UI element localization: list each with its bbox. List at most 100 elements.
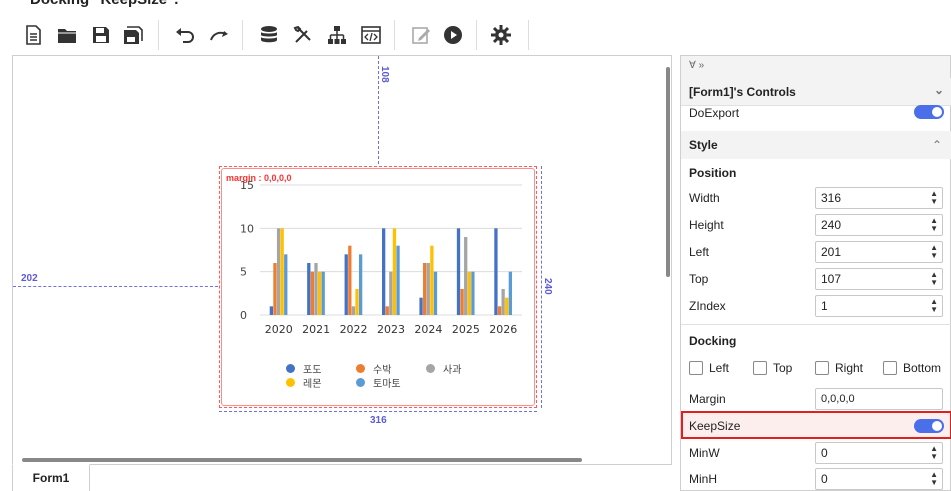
bar (317, 271, 322, 315)
run-icon[interactable] (440, 22, 466, 48)
zindex-row: ZIndex 1 ▲ ▼ (681, 292, 951, 319)
bar (348, 245, 352, 315)
spinner-icon[interactable]: ▲ ▼ (930, 470, 938, 487)
x-tick-label: 2023 (377, 323, 405, 336)
style-section-label: Style (689, 138, 718, 152)
dock-bottom-checkbox[interactable]: Bottom (883, 361, 941, 375)
caption: Docking "KeepSize". (30, 0, 178, 8)
width-row: Width 316 ▲ ▼ (681, 184, 951, 211)
keepsize-toggle[interactable] (914, 419, 944, 433)
tools-icon[interactable] (290, 22, 316, 48)
guide-left (13, 286, 218, 287)
panel-pin-bar[interactable]: Ɐ » (681, 56, 950, 78)
x-tick-label: 2022 (340, 323, 368, 336)
spinner-icon[interactable]: ▲ ▼ (930, 297, 938, 314)
spinner-icon[interactable]: ▲ ▼ (930, 216, 938, 233)
position-heading: Position (689, 166, 737, 180)
bar (344, 254, 348, 315)
save-all-icon[interactable] (120, 22, 146, 48)
hierarchy-icon[interactable] (324, 22, 350, 48)
chevron-up-icon[interactable]: ⌃ (932, 138, 942, 152)
spinner-icon[interactable]: ▲ ▼ (930, 189, 938, 206)
spinner-icon[interactable]: ▲ ▼ (930, 243, 938, 260)
save-icon[interactable] (88, 22, 114, 48)
left-field[interactable]: 201 ▲ ▼ (815, 240, 943, 263)
legend-dot (356, 364, 365, 373)
code-view-icon[interactable] (358, 22, 384, 48)
width-field[interactable]: 316 ▲ ▼ (815, 186, 943, 209)
settings-icon[interactable] (488, 22, 514, 48)
dock-top-checkbox[interactable]: Top (753, 361, 792, 375)
bar (382, 228, 386, 315)
edit-icon[interactable] (408, 22, 434, 48)
dock-bottom-label: Bottom (903, 361, 942, 375)
bar (284, 254, 288, 315)
dock-top-label: Top (773, 361, 793, 375)
bar (273, 263, 277, 315)
dock-right-checkbox[interactable]: Right (815, 361, 863, 375)
open-folder-icon[interactable] (54, 22, 80, 48)
margin-field[interactable]: 0,0,0,0 (815, 387, 943, 410)
designer-canvas[interactable]: 108 202 240 316 0 5 10 15 2020 2021 2022 2023 20… (12, 55, 672, 465)
doexport-toggle[interactable] (914, 105, 944, 119)
top-row: Top 107 ▲ ▼ (681, 265, 951, 292)
width-value: 316 (821, 190, 842, 205)
x-tick-label: 2025 (452, 323, 480, 336)
new-file-icon[interactable] (20, 22, 46, 48)
height-field[interactable]: 240 ▲ ▼ (815, 213, 943, 236)
tab-form1[interactable]: Form1 (12, 464, 90, 491)
tab-bar: Form1 (12, 464, 672, 491)
dock-left-checkbox[interactable]: Left (689, 361, 729, 375)
toolbar (0, 14, 951, 54)
zindex-label: ZIndex (689, 298, 726, 313)
bar (433, 271, 438, 315)
database-icon[interactable] (256, 22, 282, 48)
redo-icon[interactable] (206, 22, 232, 48)
legend-item: 포도 (286, 361, 321, 376)
spinner-icon[interactable]: ▲ ▼ (930, 444, 938, 461)
bar (419, 297, 423, 315)
legend-dot (426, 364, 435, 373)
minw-field[interactable]: 0 ▲ ▼ (815, 441, 943, 464)
x-tick-label: 2021 (302, 323, 330, 336)
spinner-icon[interactable]: ▲ ▼ (930, 270, 938, 287)
undo-icon[interactable] (172, 22, 198, 48)
bar (385, 306, 389, 315)
zindex-field[interactable]: 1 ▲ ▼ (815, 294, 943, 317)
chevron-down-icon[interactable]: ⌄ (934, 83, 944, 97)
guide-width (219, 411, 537, 412)
height-row: Height 240 ▲ ▼ (681, 211, 951, 238)
bar (307, 263, 311, 315)
bar (501, 289, 505, 315)
vertical-scrollbar[interactable] (664, 57, 672, 457)
legend-label: 포도 (303, 365, 322, 376)
legend-item: 레몬 (286, 375, 321, 390)
left-label: Left (689, 244, 710, 259)
bar (456, 228, 461, 315)
style-section[interactable]: Style ⌃ (681, 131, 951, 159)
guide-top-label: 108 (379, 66, 390, 83)
bar (389, 271, 393, 315)
bar (426, 263, 430, 315)
minw-label: MinW (689, 445, 720, 460)
bar (351, 306, 356, 315)
minh-field[interactable]: 0 ▲ ▼ (815, 467, 943, 490)
bar (269, 306, 274, 315)
left-row: Left 201 ▲ ▼ (681, 238, 951, 265)
bar (471, 271, 475, 315)
docking-heading: Docking (689, 334, 737, 348)
bar (497, 306, 502, 315)
top-field[interactable]: 107 ▲ ▼ (815, 267, 943, 290)
legend-item: 수박 (356, 361, 391, 376)
keepsize-label: KeepSize (689, 418, 741, 433)
horizontal-scrollbar[interactable] (12, 456, 662, 464)
property-panel: Ɐ » [Form1]'s Controls ⌄ DoExport Style … (680, 55, 951, 491)
bar (430, 245, 434, 315)
panel-header-title: [Form1]'s Controls (689, 85, 796, 99)
chart-control[interactable]: 0 5 10 15 2020 2021 2022 2023 2024 2025 2026 margi… (219, 166, 537, 408)
doexport-row: DoExport (681, 104, 951, 122)
panel-header[interactable]: [Form1]'s Controls ⌄ (681, 78, 951, 106)
y-tick-label: 10 (240, 222, 254, 235)
bar (464, 237, 468, 315)
bar (460, 289, 464, 315)
